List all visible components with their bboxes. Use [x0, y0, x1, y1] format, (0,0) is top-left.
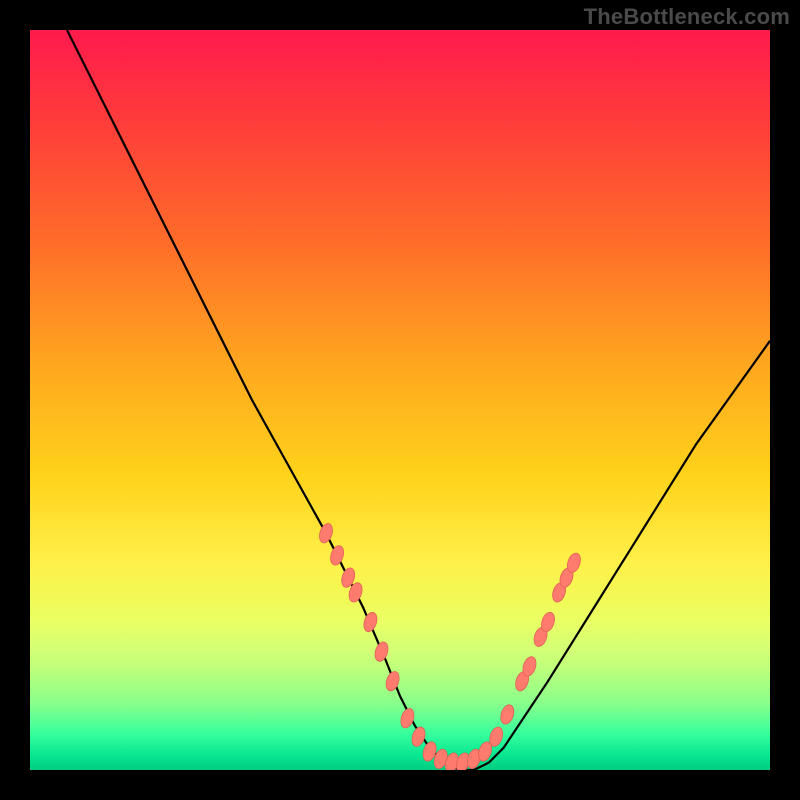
markers-group — [317, 522, 582, 770]
data-marker — [399, 707, 417, 730]
watermark-text: TheBottleneck.com — [584, 4, 790, 30]
app-frame: TheBottleneck.com — [0, 0, 800, 800]
chart-svg — [30, 30, 770, 770]
data-marker — [317, 522, 335, 545]
bottleneck-curve — [67, 30, 770, 770]
data-marker — [384, 670, 402, 693]
data-marker — [362, 611, 380, 634]
data-marker — [373, 640, 391, 663]
data-marker — [410, 725, 428, 748]
chart-plot-area — [30, 30, 770, 770]
data-marker — [499, 703, 517, 726]
data-marker — [328, 544, 346, 567]
